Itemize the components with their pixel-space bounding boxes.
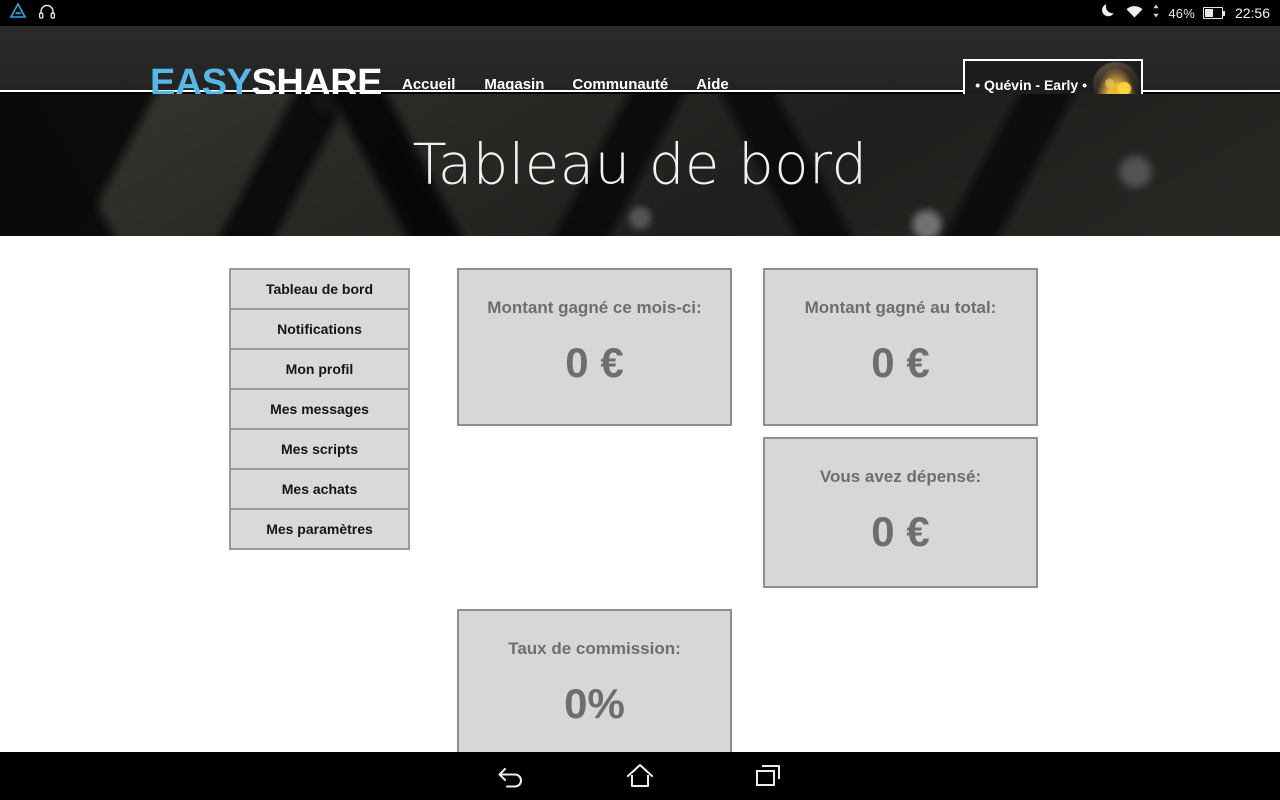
card-total-earnings: Montant gagné au total: 0 €	[763, 268, 1038, 426]
card-amount-spent-value: 0 €	[871, 507, 930, 555]
site-header: EASYSHARE Accueil Magasin Communauté Aid…	[0, 26, 1280, 111]
card-month-earnings: Montant gagné ce mois-ci: 0 €	[457, 268, 732, 426]
card-commission-rate-value: 0%	[564, 679, 625, 727]
sidebar-item-notifications[interactable]: Notifications	[229, 308, 410, 350]
card-month-earnings-label: Montant gagné ce mois-ci:	[487, 298, 702, 317]
nav-item-magasin[interactable]: Magasin	[484, 76, 572, 93]
battery-icon	[1202, 7, 1225, 19]
svg-text:rx: rx	[16, 11, 21, 17]
card-commission-rate-label: Taux de commission:	[508, 639, 681, 658]
sidebar-item-mes-achats[interactable]: Mes achats	[229, 468, 410, 510]
sidebar-item-mon-profil[interactable]: Mon profil	[229, 348, 410, 390]
card-total-earnings-label: Montant gagné au total:	[804, 298, 997, 317]
nav-item-accueil[interactable]: Accueil	[402, 76, 484, 93]
battery-percent-label: 46%	[1168, 5, 1195, 21]
data-transfer-icon	[1152, 4, 1160, 23]
status-bar-clock: 22:56	[1234, 5, 1270, 21]
card-amount-spent-label: Vous avez dépensé:	[819, 467, 982, 486]
headphones-icon	[38, 3, 56, 24]
main-navigation: Accueil Magasin Communauté Aide	[402, 76, 757, 93]
nav-item-communaute[interactable]: Communauté	[572, 76, 696, 93]
card-month-earnings-value: 0 €	[565, 338, 624, 386]
sidebar-item-mes-messages[interactable]: Mes messages	[229, 388, 410, 430]
moon-do-not-disturb-icon	[1100, 2, 1117, 24]
card-commission-rate: Taux de commission: 0%	[457, 609, 732, 769]
sidebar-item-tableau-de-bord[interactable]: Tableau de bord	[229, 268, 410, 310]
card-amount-spent: Vous avez dépensé: 0 €	[763, 437, 1038, 588]
status-bar-left-icons: rx	[9, 1, 56, 24]
main-content: Tableau de bord Notifications Mon profil…	[0, 236, 1280, 769]
recents-icon[interactable]	[704, 752, 832, 800]
page-title: Tableau de bord	[412, 132, 868, 198]
nav-item-aide[interactable]: Aide	[696, 76, 757, 93]
sidebar-item-mes-parametres[interactable]: Mes paramètres	[229, 508, 410, 550]
dashboard-sidebar: Tableau de bord Notifications Mon profil…	[229, 268, 410, 550]
android-navigation-bar	[0, 752, 1280, 800]
sidebar-item-mes-scripts[interactable]: Mes scripts	[229, 428, 410, 470]
card-total-earnings-value: 0 €	[871, 338, 930, 386]
status-bar-right-icons: 46% 22:56	[1100, 2, 1270, 24]
hero-banner: Tableau de bord	[0, 94, 1280, 236]
signal-app-icon: rx	[9, 1, 27, 24]
home-icon[interactable]	[576, 752, 704, 800]
user-name-label: • Quévin - Early •	[975, 77, 1087, 93]
android-status-bar: rx 46% 22:56	[0, 0, 1280, 26]
back-icon[interactable]	[448, 752, 576, 800]
wifi-icon	[1125, 3, 1144, 23]
